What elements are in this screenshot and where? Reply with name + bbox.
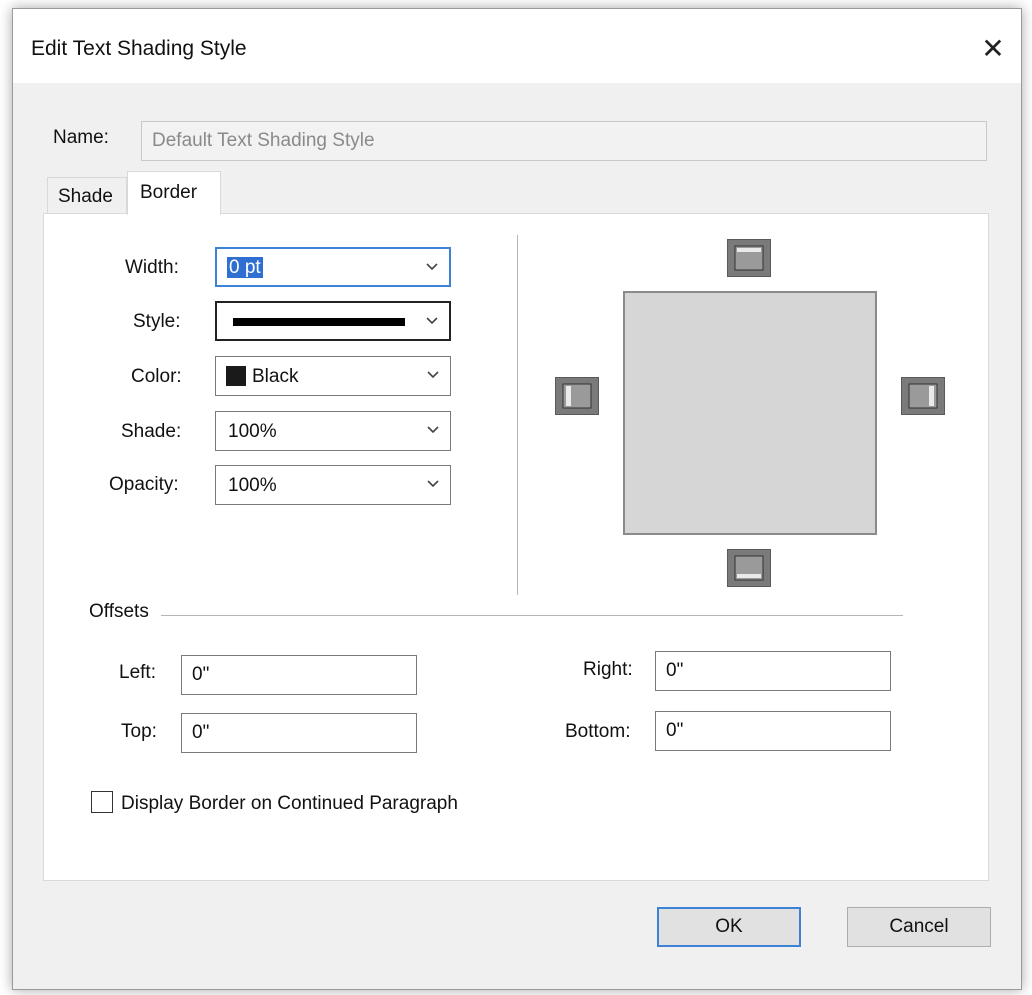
width-label: Width: <box>125 257 179 278</box>
offset-right-field[interactable]: 0" <box>655 651 891 691</box>
ok-button[interactable]: OK <box>657 907 801 947</box>
offset-left-field[interactable]: 0" <box>181 655 417 695</box>
border-bottom-icon <box>734 555 764 581</box>
offset-top-field[interactable]: 0" <box>181 713 417 753</box>
name-field: Default Text Shading Style <box>141 121 987 161</box>
offset-top-label: Top: <box>121 721 157 742</box>
line-style-sample <box>233 318 405 326</box>
width-value: 0 pt <box>227 257 263 278</box>
color-swatch <box>226 366 246 386</box>
close-button[interactable]: ✕ <box>975 31 1011 67</box>
border-top-button[interactable] <box>727 239 771 277</box>
color-value: Black <box>252 366 299 387</box>
vertical-divider <box>517 235 518 595</box>
border-preview <box>623 291 877 535</box>
title-bar: Edit Text Shading Style ✕ <box>13 9 1021 83</box>
chevron-down-icon <box>427 480 439 488</box>
dialog-title: Edit Text Shading Style <box>31 37 247 60</box>
border-bottom-button[interactable] <box>727 549 771 587</box>
offset-right-label: Right: <box>583 659 633 680</box>
offset-bottom-label: Bottom: <box>565 721 631 742</box>
continued-paragraph-checkbox[interactable] <box>91 791 113 813</box>
offset-left-label: Left: <box>119 662 156 683</box>
tab-shade[interactable]: Shade <box>47 177 127 213</box>
cancel-button[interactable]: Cancel <box>847 907 991 947</box>
offsets-heading: Offsets <box>89 601 149 622</box>
border-left-icon <box>562 383 592 409</box>
border-right-icon <box>908 383 938 409</box>
style-label: Style: <box>133 311 181 332</box>
tab-border[interactable]: Border <box>127 171 221 215</box>
offset-bottom-field[interactable]: 0" <box>655 711 891 751</box>
border-right-button[interactable] <box>901 377 945 415</box>
shade-label: Shade: <box>121 421 182 442</box>
border-left-button[interactable] <box>555 377 599 415</box>
edit-text-shading-style-dialog: Edit Text Shading Style ✕ Name: Default … <box>12 8 1022 990</box>
chevron-down-icon <box>427 426 439 434</box>
chevron-down-icon <box>426 317 438 325</box>
color-label: Color: <box>131 366 182 387</box>
name-label: Name: <box>53 127 109 148</box>
opacity-value: 100% <box>228 475 277 496</box>
shade-value: 100% <box>228 421 277 442</box>
opacity-label: Opacity: <box>109 474 179 495</box>
chevron-down-icon <box>427 371 439 379</box>
style-dropdown[interactable] <box>215 301 451 341</box>
continued-paragraph-label: Display Border on Continued Paragraph <box>121 793 458 814</box>
color-dropdown[interactable]: Black <box>215 356 451 396</box>
offsets-divider <box>161 615 903 616</box>
opacity-dropdown[interactable]: 100% <box>215 465 451 505</box>
border-top-icon <box>734 245 764 271</box>
width-dropdown[interactable]: 0 pt <box>215 247 451 287</box>
close-icon: ✕ <box>981 33 1005 64</box>
chevron-down-icon <box>426 263 438 271</box>
shade-dropdown[interactable]: 100% <box>215 411 451 451</box>
